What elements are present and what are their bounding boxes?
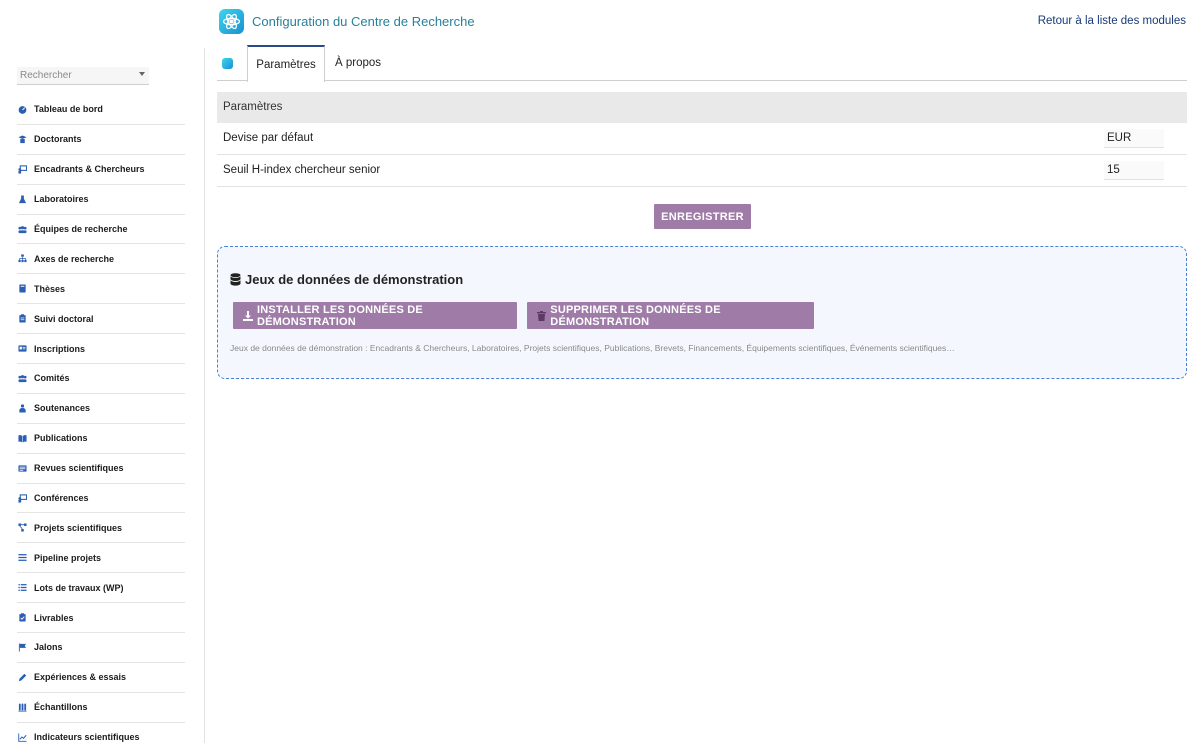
sidebar-item-label: Inscriptions (34, 343, 86, 354)
back-to-modules-link[interactable]: Retour à la liste des modules (1038, 15, 1186, 27)
bars-icon (17, 553, 27, 563)
sidebar-item-label: Encadrants & Chercheurs (34, 164, 145, 175)
sidebar-item-label: Thèses (34, 283, 66, 294)
open-book-icon (17, 433, 27, 443)
teacher-icon (17, 164, 27, 174)
sidebar-item-livrables[interactable]: Livrables (17, 603, 185, 634)
sidebar-item-doctorants[interactable]: Doctorants (17, 125, 185, 155)
param-label-currency: Devise par défaut (223, 132, 314, 144)
tab-bar: Paramètres À propos (217, 45, 1187, 82)
param-row-currency: Devise par défaut (217, 123, 1187, 155)
sidebar-menu: Tableau de bord Doctorants Encadrants & Ch… (17, 95, 185, 743)
sidebar-item-label: Livrables (34, 612, 74, 623)
sidebar-item-conferences[interactable]: Conférences (17, 484, 185, 514)
sidebar-item-label: Lots de travaux (WP) (34, 582, 124, 593)
sidebar-item-label: Doctorants (34, 134, 82, 145)
clipboard-icon (17, 314, 27, 324)
sidebar-item-label: Soutenances (34, 403, 91, 414)
sidebar-item-pipeline-projets[interactable]: Pipeline projets (17, 543, 185, 574)
module-tab-icon (222, 58, 233, 69)
sidebar-search-select[interactable]: Rechercher (17, 67, 149, 85)
demo-data-panel: Jeux de données de démonstration INSTALL… (217, 246, 1187, 379)
sidebar-item-encadrants-chercheurs[interactable]: Encadrants & Chercheurs (17, 155, 185, 185)
sidebar-item-publications[interactable]: Publications (17, 424, 185, 454)
graduate-icon (17, 134, 27, 144)
app-root: Rechercher Tableau de bord Doctorants Enca… (0, 0, 1200, 743)
sidebar-item-label: Laboratoires (34, 194, 89, 205)
sidebar-item-jalons[interactable]: Jalons (17, 633, 185, 663)
sidebar-item-label: Projets scientifiques (34, 522, 123, 533)
sidebar-item-experiences-essais[interactable]: Expériences & essais (17, 663, 185, 693)
database-icon (230, 273, 241, 286)
page-title: Configuration du Centre de Recherche (252, 14, 475, 29)
sidebar-item-label: Tableau de bord (34, 104, 103, 115)
flask-icon (17, 194, 27, 204)
sidebar-item-axes-de-recherche[interactable]: Axes de recherche (17, 244, 185, 275)
sidebar-item-echantillons[interactable]: Échantillons (17, 693, 185, 723)
sidebar-item-label: Suivi doctoral (34, 313, 94, 324)
sidebar-item-label: Revues scientifiques (34, 463, 124, 474)
users-icon (17, 224, 27, 234)
demo-title: Jeux de données de démonstration (230, 272, 463, 287)
param-row-hindex: Seuil H-index chercheur senior (217, 155, 1187, 187)
sidebar-item-theses[interactable]: Thèses (17, 274, 185, 305)
delete-demo-label: SUPPRIMER LES DONNÉES DE DÉMONSTRATION (550, 303, 721, 328)
gauge-icon (17, 104, 27, 114)
sidebar-item-soutenances[interactable]: Soutenances (17, 394, 185, 424)
sidebar: Rechercher Tableau de bord Doctorants Enca… (0, 0, 205, 743)
id-card-icon (17, 344, 27, 354)
demo-title-text: Jeux de données de démonstration (245, 272, 464, 287)
list-icon (17, 583, 27, 593)
chart-line-icon (17, 732, 27, 742)
newspaper-icon (17, 463, 27, 473)
tab-a-propos[interactable]: À propos (327, 45, 389, 81)
project-diagram-icon (17, 523, 27, 533)
download-icon (243, 310, 253, 321)
sidebar-item-projets-scientifiques[interactable]: Projets scientifiques (17, 513, 185, 544)
params-section-header: Paramètres (217, 92, 1187, 123)
sidebar-item-laboratoires[interactable]: Laboratoires (17, 185, 185, 215)
sidebar-item-label: Jalons (34, 642, 63, 653)
pen-icon (17, 672, 27, 682)
delete-demo-button[interactable]: SUPPRIMER LES DONNÉES DE DÉMONSTRATION (527, 302, 814, 329)
sidebar-item-revues-scientifiques[interactable]: Revues scientifiques (17, 454, 185, 484)
sidebar-item-label: Conférences (34, 493, 89, 504)
flag-icon (17, 642, 27, 652)
sidebar-divider (204, 48, 205, 743)
sidebar-item-label: Équipes de recherche (34, 224, 128, 234)
install-demo-label: INSTALLER LES DONNÉES DE DÉMONSTRATION (257, 303, 423, 328)
sidebar-item-tableau-de-bord[interactable]: Tableau de bord (17, 95, 185, 125)
clipboard-check-icon (17, 613, 27, 623)
sidebar-item-lots-de-travaux-wp[interactable]: Lots de travaux (WP) (17, 573, 185, 604)
trash-icon (537, 310, 546, 321)
tab-parametres[interactable]: Paramètres (247, 45, 325, 82)
param-label-hindex: Seuil H-index chercheur senior (223, 164, 381, 176)
sidebar-item-label: Axes de recherche (34, 253, 115, 264)
demo-description: Jeux de données de démonstration : Encad… (230, 343, 955, 353)
save-button[interactable]: ENREGISTRER (654, 204, 751, 229)
sidebar-item-suivi-doctoral[interactable]: Suivi doctoral (17, 304, 185, 335)
users-icon (17, 373, 27, 383)
hindex-input[interactable] (1104, 161, 1164, 180)
atom-icon (219, 9, 244, 34)
install-demo-button[interactable]: INSTALLER LES DONNÉES DE DÉMONSTRATION (233, 302, 517, 329)
sidebar-item-label: Comités (34, 373, 70, 384)
sidebar-item-label: Indicateurs scientifiques (34, 732, 140, 743)
presenter-icon (17, 403, 27, 413)
sitemap-icon (17, 254, 27, 264)
sidebar-item-inscriptions[interactable]: Inscriptions (17, 334, 185, 365)
chevron-down-icon (139, 72, 145, 76)
sidebar-item-label: Échantillons (34, 702, 88, 713)
sidebar-item-indicateurs-scientifiques[interactable]: Indicateurs scientifiques (17, 723, 185, 743)
teacher-icon (17, 493, 27, 503)
sidebar-item-label: Publications (34, 433, 88, 444)
sidebar-item-label: Expériences & essais (34, 672, 127, 683)
sidebar-item-equipes-de-recherche[interactable]: Équipes de recherche (17, 215, 185, 245)
book-icon (17, 284, 27, 294)
vials-icon (17, 702, 27, 712)
currency-input[interactable] (1104, 129, 1164, 148)
sidebar-item-label: Pipeline projets (34, 552, 102, 563)
sidebar-item-comites[interactable]: Comités (17, 364, 185, 394)
search-placeholder: Rechercher (20, 70, 72, 81)
